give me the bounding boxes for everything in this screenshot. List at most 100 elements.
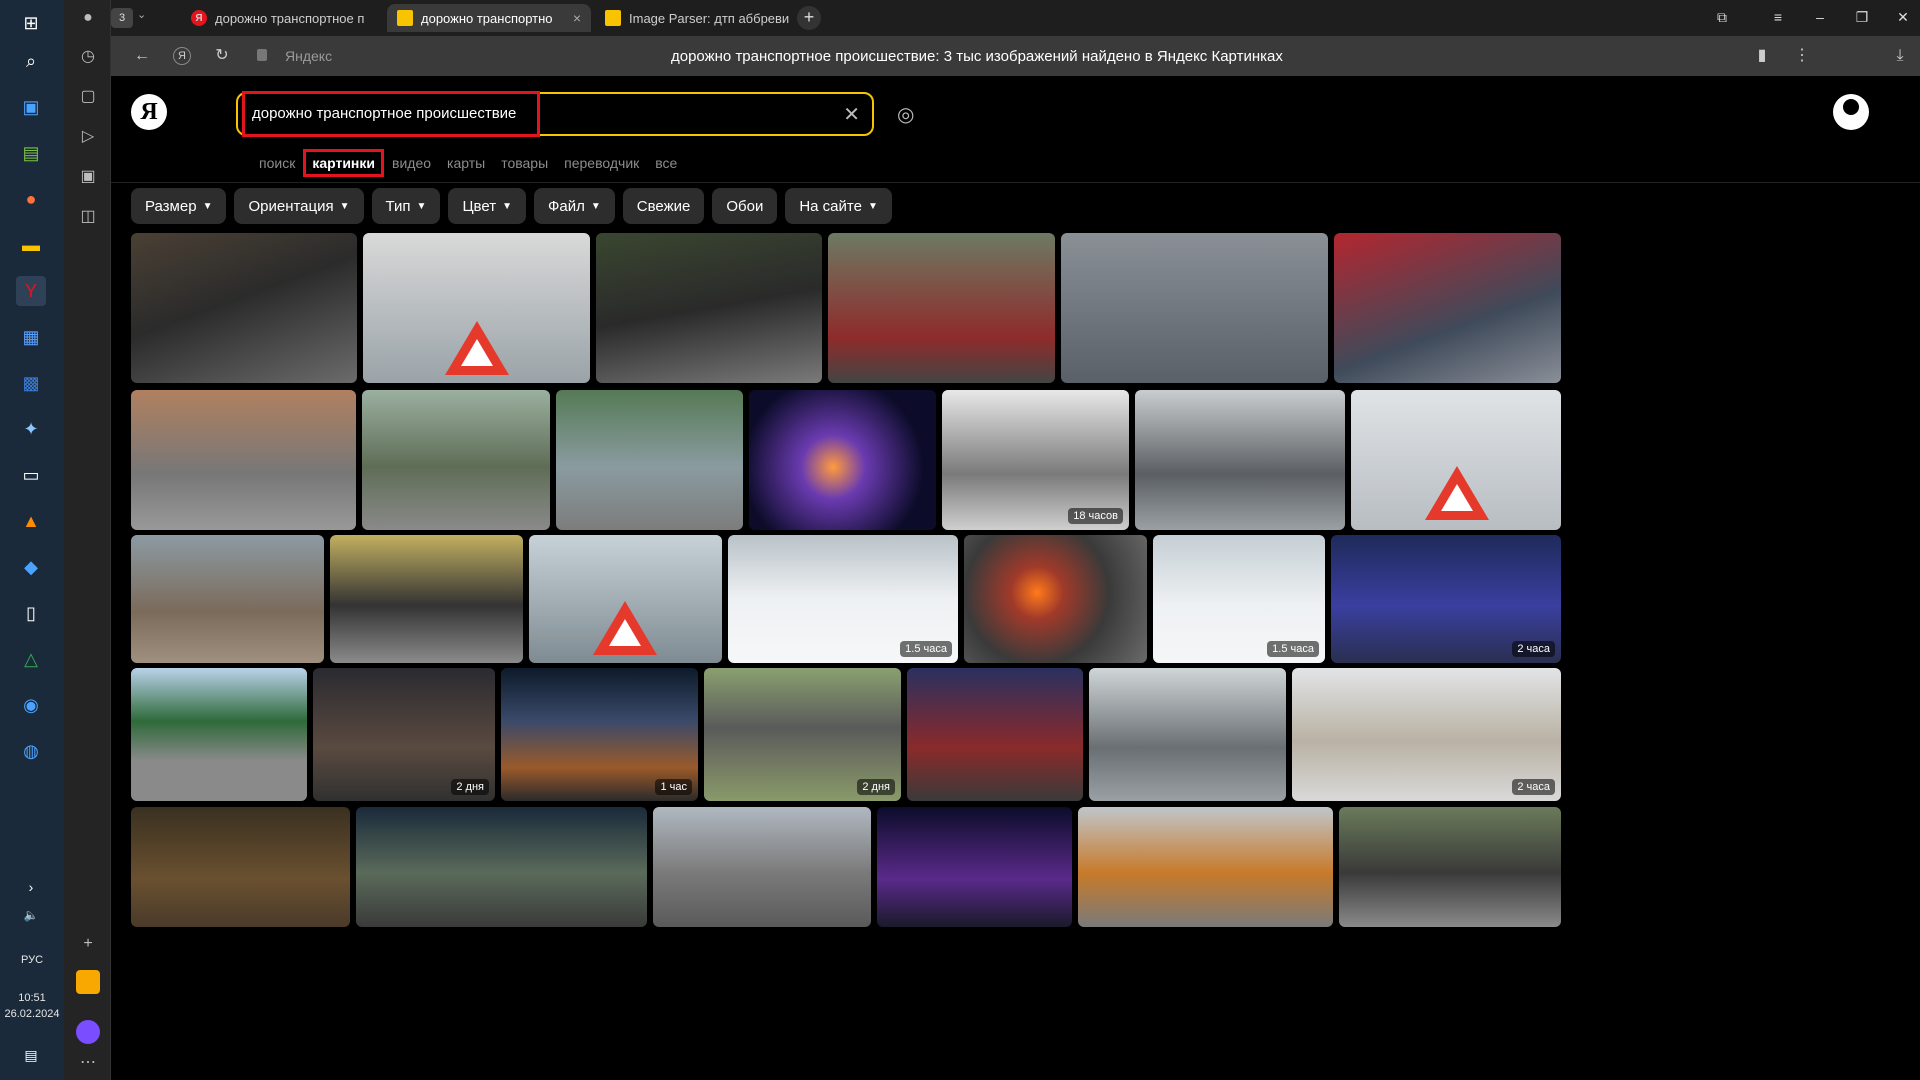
image-result[interactable]: [828, 233, 1055, 383]
tab-1[interactable]: Я дорожно транспортное п: [181, 4, 383, 32]
image-result[interactable]: [363, 233, 590, 383]
mail-icon[interactable]: [76, 970, 100, 994]
image-result[interactable]: [1061, 233, 1328, 383]
image-result[interactable]: [907, 668, 1083, 801]
image-result[interactable]: [529, 535, 722, 663]
camera-search-icon[interactable]: ◎: [897, 102, 914, 127]
image-result[interactable]: 1.5 часа: [1153, 535, 1325, 663]
bird-app-icon[interactable]: ✦: [16, 414, 46, 444]
filter-on-site[interactable]: На сайте ▼: [785, 188, 892, 224]
service-all[interactable]: все: [647, 149, 685, 177]
tabs-count-icon[interactable]: ▣: [76, 164, 100, 188]
image-result[interactable]: [1351, 390, 1561, 530]
image-result[interactable]: [964, 535, 1147, 663]
image-result[interactable]: [131, 807, 350, 927]
windows-start-icon[interactable]: ⊞: [16, 8, 46, 38]
image-result[interactable]: 2 дня: [313, 668, 495, 801]
image-result[interactable]: [749, 390, 936, 530]
image-result[interactable]: [1135, 390, 1345, 530]
yandex-home-icon[interactable]: Я: [173, 47, 191, 65]
clear-search-icon[interactable]: ✕: [843, 102, 860, 127]
notepad-app-icon[interactable]: ▤: [16, 138, 46, 168]
service-search[interactable]: поиск: [251, 149, 303, 177]
image-result[interactable]: [131, 390, 356, 530]
file-explorer-icon[interactable]: ▬: [16, 230, 46, 260]
play-icon[interactable]: ▷: [76, 124, 100, 148]
image-result[interactable]: [362, 390, 550, 530]
screenshot-icon[interactable]: ◫: [76, 204, 100, 228]
filter-wallpapers[interactable]: Обои: [712, 188, 778, 224]
filter-size[interactable]: Размер ▼: [131, 188, 227, 224]
new-tab-button[interactable]: +: [797, 6, 821, 30]
clock-app-icon[interactable]: ◉: [16, 690, 46, 720]
image-result[interactable]: [653, 807, 871, 927]
search-input[interactable]: дорожно транспортное происшествие: [252, 105, 516, 122]
minimize-button[interactable]: –: [1806, 6, 1834, 28]
chat-app-icon[interactable]: ◍: [16, 736, 46, 766]
save-app-icon[interactable]: ▣: [16, 92, 46, 122]
image-result[interactable]: [877, 807, 1072, 927]
drive-icon[interactable]: △: [16, 644, 46, 674]
app-grid-icon[interactable]: ▩: [16, 368, 46, 398]
service-video[interactable]: видео: [384, 149, 439, 177]
image-result[interactable]: [330, 535, 523, 663]
reload-button[interactable]: ↻: [211, 45, 233, 67]
url-host[interactable]: Яндекс: [285, 48, 332, 64]
avatar[interactable]: [1833, 94, 1869, 130]
image-result[interactable]: [356, 807, 647, 927]
service-translator[interactable]: переводчик: [556, 149, 647, 177]
document-icon[interactable]: ▯: [16, 598, 46, 628]
filter-color[interactable]: Цвет ▼: [448, 188, 526, 224]
chevron-right-icon[interactable]: ›: [16, 872, 46, 902]
clock-date[interactable]: 26.02.2024: [0, 1008, 64, 1020]
downloads-icon[interactable]: ⤓: [1889, 45, 1911, 67]
close-tab-icon[interactable]: ×: [567, 10, 581, 26]
notifications-icon[interactable]: ▤: [16, 1040, 46, 1070]
image-result[interactable]: 2 часа: [1292, 668, 1561, 801]
image-result[interactable]: [556, 390, 743, 530]
calculator-icon[interactable]: ▦: [16, 322, 46, 352]
service-products[interactable]: товары: [493, 149, 556, 177]
add-panel-icon[interactable]: +: [76, 932, 100, 956]
filter-orientation[interactable]: Ориентация ▼: [234, 188, 364, 224]
mic-volume-icon[interactable]: 🔈: [16, 900, 46, 930]
yandex-logo[interactable]: Я: [131, 94, 167, 130]
close-window-button[interactable]: ✕: [1889, 6, 1917, 28]
page-title[interactable]: дорожно транспортное происшествие: 3 тыс…: [671, 48, 1283, 65]
tab-2[interactable]: дорожно транспортно ×: [387, 4, 591, 32]
python-icon[interactable]: ◆: [16, 552, 46, 582]
image-result[interactable]: [131, 233, 357, 383]
image-result[interactable]: [1078, 807, 1333, 927]
bookmarks-panel-icon[interactable]: ⧉: [1708, 6, 1736, 28]
image-result[interactable]: [1089, 668, 1286, 801]
image-result[interactable]: 1 час: [501, 668, 698, 801]
service-maps[interactable]: карты: [439, 149, 493, 177]
image-result[interactable]: [1339, 807, 1561, 927]
profile-icon[interactable]: ●: [76, 6, 100, 30]
clock-time[interactable]: 10:51: [0, 992, 64, 1004]
firefox-icon[interactable]: ●: [16, 184, 46, 214]
tab-count-badge[interactable]: 3: [111, 8, 133, 28]
more-icon[interactable]: ⋯: [76, 1050, 100, 1074]
chevron-down-icon[interactable]: ⌄: [137, 8, 146, 21]
language-indicator[interactable]: РУС: [0, 954, 64, 966]
vlc-icon[interactable]: ▲: [16, 506, 46, 536]
alice-icon[interactable]: [76, 1020, 100, 1044]
image-result[interactable]: 1.5 часа: [728, 535, 958, 663]
filter-fresh[interactable]: Свежие: [622, 188, 705, 224]
more-options-icon[interactable]: ⋮: [1791, 45, 1813, 67]
bookmark-icon[interactable]: ▮: [1751, 45, 1773, 67]
search-box[interactable]: дорожно транспортное происшествие ✕: [236, 91, 874, 137]
history-icon[interactable]: ◷: [76, 44, 100, 68]
search-icon[interactable]: ⌕: [16, 46, 46, 76]
image-result[interactable]: 18 часов: [942, 390, 1129, 530]
image-result[interactable]: [1334, 233, 1561, 383]
lock-icon[interactable]: [257, 49, 267, 61]
image-result[interactable]: [596, 233, 822, 383]
restore-button[interactable]: ❐: [1848, 6, 1876, 28]
filter-type[interactable]: Тип ▼: [371, 188, 441, 224]
image-result[interactable]: 2 дня: [704, 668, 901, 801]
filter-file[interactable]: Файл ▼: [533, 188, 615, 224]
image-result[interactable]: [131, 535, 324, 663]
yandex-browser-icon[interactable]: Y: [16, 276, 46, 306]
